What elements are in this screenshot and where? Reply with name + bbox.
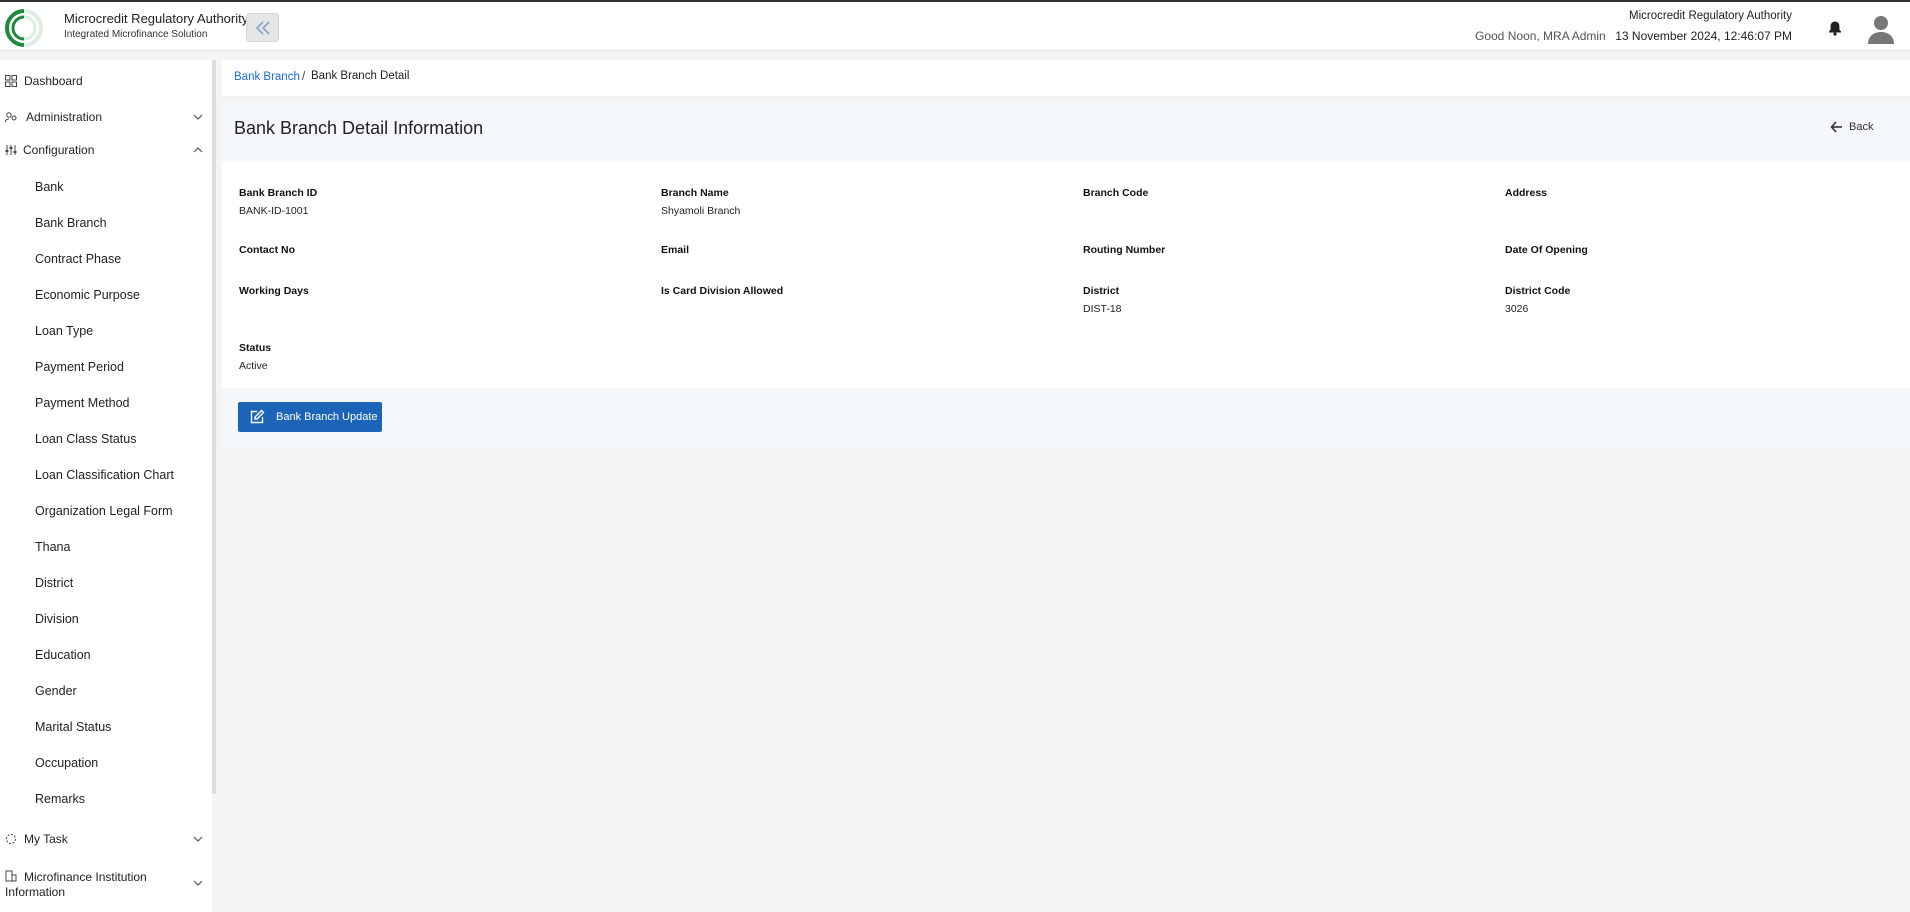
sidebar-subitem-remarks[interactable]: Remarks (35, 792, 85, 806)
sidebar-subitem-education[interactable]: Education (35, 648, 91, 662)
field-value: Active (239, 360, 268, 372)
field-working-days: Working Days (239, 285, 619, 303)
field-address: Address (1505, 187, 1885, 205)
sidebar-subitem-district[interactable]: District (35, 576, 73, 590)
sliders-icon (5, 145, 17, 155)
sidebar-item-microfinance-institution[interactable]: Microfinance Institution Information (0, 868, 212, 899)
sidebar-subitem-marital-status[interactable]: Marital Status (35, 720, 111, 734)
mra-logo (4, 8, 58, 48)
field-district-code: District Code 3026 (1505, 285, 1885, 315)
field-label: Branch Code (1083, 187, 1149, 199)
field-value: 3026 (1505, 303, 1529, 315)
page-title-bar: Bank Branch Detail Information Back (222, 102, 1910, 162)
chevron-up-icon (193, 147, 203, 153)
field-value: DIST-18 (1083, 303, 1122, 315)
sidebar-subitem-economic-purpose[interactable]: Economic Purpose (35, 288, 140, 302)
field-contact-no: Contact No (239, 244, 619, 262)
breadcrumb: Bank Branch / Bank Branch Detail (222, 60, 1910, 96)
action-bar: Bank Branch Update (222, 388, 1910, 448)
sidebar-subitem-thana[interactable]: Thana (35, 540, 70, 554)
field-label: Status (239, 342, 272, 354)
brand-title: Microcredit Regulatory Authority (64, 11, 249, 26)
sidebar-subitem-organization-legal-form[interactable]: Organization Legal Form (35, 504, 173, 518)
arrow-left-icon (1830, 121, 1842, 133)
update-button-label: Bank Branch Update (276, 411, 378, 423)
page-title: Bank Branch Detail Information (234, 118, 484, 138)
field-label: Routing Number (1083, 244, 1166, 256)
sidebar-item-dashboard[interactable]: Dashboard (0, 68, 212, 94)
breadcrumb-separator: / (302, 71, 306, 83)
field-label: Branch Name (661, 187, 729, 199)
double-chevron-left-icon (255, 20, 270, 35)
sidebar-subitem-contract-phase[interactable]: Contract Phase (35, 252, 121, 266)
back-button-label: Back (1849, 121, 1874, 133)
field-branch-name: Branch Name Shyamoli Branch (661, 187, 1041, 217)
sidebar-subitem-payment-period[interactable]: Payment Period (35, 360, 124, 374)
field-status: Status Active (239, 342, 619, 372)
sidebar-item-configuration[interactable]: Configuration (0, 137, 212, 163)
bank-branch-update-button[interactable]: Bank Branch Update (238, 402, 382, 432)
sidebar-subitem-gender[interactable]: Gender (35, 684, 77, 698)
greeting-text: Good Noon, MRA Admin (1475, 29, 1606, 43)
sidebar-subitem-loan-class-status[interactable]: Loan Class Status (35, 432, 136, 446)
chevron-down-icon (193, 114, 203, 120)
field-routing-number: Routing Number (1083, 244, 1463, 262)
sidebar-item-label-line2: Information (5, 885, 66, 899)
sidebar-scrollbar[interactable] (212, 60, 216, 794)
sidebar-item-label: My Task (24, 832, 68, 846)
field-district: District DIST-18 (1083, 285, 1463, 315)
sidebar-subitem-occupation[interactable]: Occupation (35, 756, 98, 770)
user-avatar-icon[interactable] (1867, 14, 1895, 44)
users-icon (5, 112, 17, 123)
sidebar-item-label: Dashboard (24, 74, 83, 88)
field-is-card-division-allowed: Is Card Division Allowed (661, 285, 1041, 303)
field-email: Email (661, 244, 1041, 262)
top-header: Microcredit Regulatory Authority Integra… (0, 0, 1910, 51)
field-label: Contact No (239, 244, 295, 256)
field-label: Bank Branch ID (239, 187, 318, 199)
brand-subtitle: Integrated Microfinance Solution (64, 29, 208, 40)
sidebar-item-my-task[interactable]: My Task (0, 826, 212, 852)
chevron-down-icon (193, 880, 203, 886)
sidebar-subitem-payment-method[interactable]: Payment Method (35, 396, 130, 410)
field-label: Email (661, 244, 690, 256)
field-label: District Code (1505, 285, 1571, 297)
sidebar-item-label: Administration (26, 110, 103, 124)
sidebar-subitem-bank-branch[interactable]: Bank Branch (35, 216, 107, 230)
current-datetime: 13 November 2024, 12:46:07 PM (1615, 29, 1792, 43)
sidebar-subitem-loan-classification-chart[interactable]: Loan Classification Chart (35, 468, 174, 482)
sidebar-collapse-button[interactable] (246, 13, 279, 42)
field-label: Address (1505, 187, 1548, 199)
chevron-down-icon (193, 836, 203, 842)
sidebar-item-administration[interactable]: Administration (0, 104, 212, 130)
field-label: Working Days (239, 285, 309, 297)
field-bank-branch-id: Bank Branch ID BANK-ID-1001 (239, 187, 619, 217)
field-branch-code: Branch Code (1083, 187, 1463, 205)
org-name: Microcredit Regulatory Authority (1629, 10, 1792, 22)
building-icon (5, 870, 17, 882)
sidebar-subitem-division[interactable]: Division (35, 612, 79, 626)
sidebar-item-label: Configuration (23, 143, 95, 157)
sidebar-subitem-loan-type[interactable]: Loan Type (35, 324, 93, 338)
notification-bell-icon[interactable] (1827, 20, 1843, 36)
sidebar-item-label: Microfinance Institution (24, 870, 147, 884)
breadcrumb-current: Bank Branch Detail (311, 70, 410, 82)
sidebar: Dashboard Administration Configuration B… (0, 60, 212, 912)
back-button[interactable]: Back (1830, 121, 1873, 133)
field-value: Shyamoli Branch (661, 205, 741, 217)
field-value: BANK-ID-1001 (239, 205, 309, 217)
field-date-of-opening: Date Of Opening (1505, 244, 1885, 262)
field-label: Is Card Division Allowed (661, 285, 784, 297)
spinner-icon (6, 834, 16, 844)
breadcrumb-link-bank-branch[interactable]: Bank Branch (234, 71, 300, 83)
grid-icon (5, 75, 17, 87)
detail-panel: Bank Branch ID BANK-ID-1001 Branch Name … (222, 162, 1910, 388)
field-label: District (1083, 285, 1120, 297)
field-label: Date Of Opening (1505, 244, 1588, 256)
edit-icon (250, 409, 265, 424)
sidebar-subitem-bank[interactable]: Bank (35, 180, 64, 194)
